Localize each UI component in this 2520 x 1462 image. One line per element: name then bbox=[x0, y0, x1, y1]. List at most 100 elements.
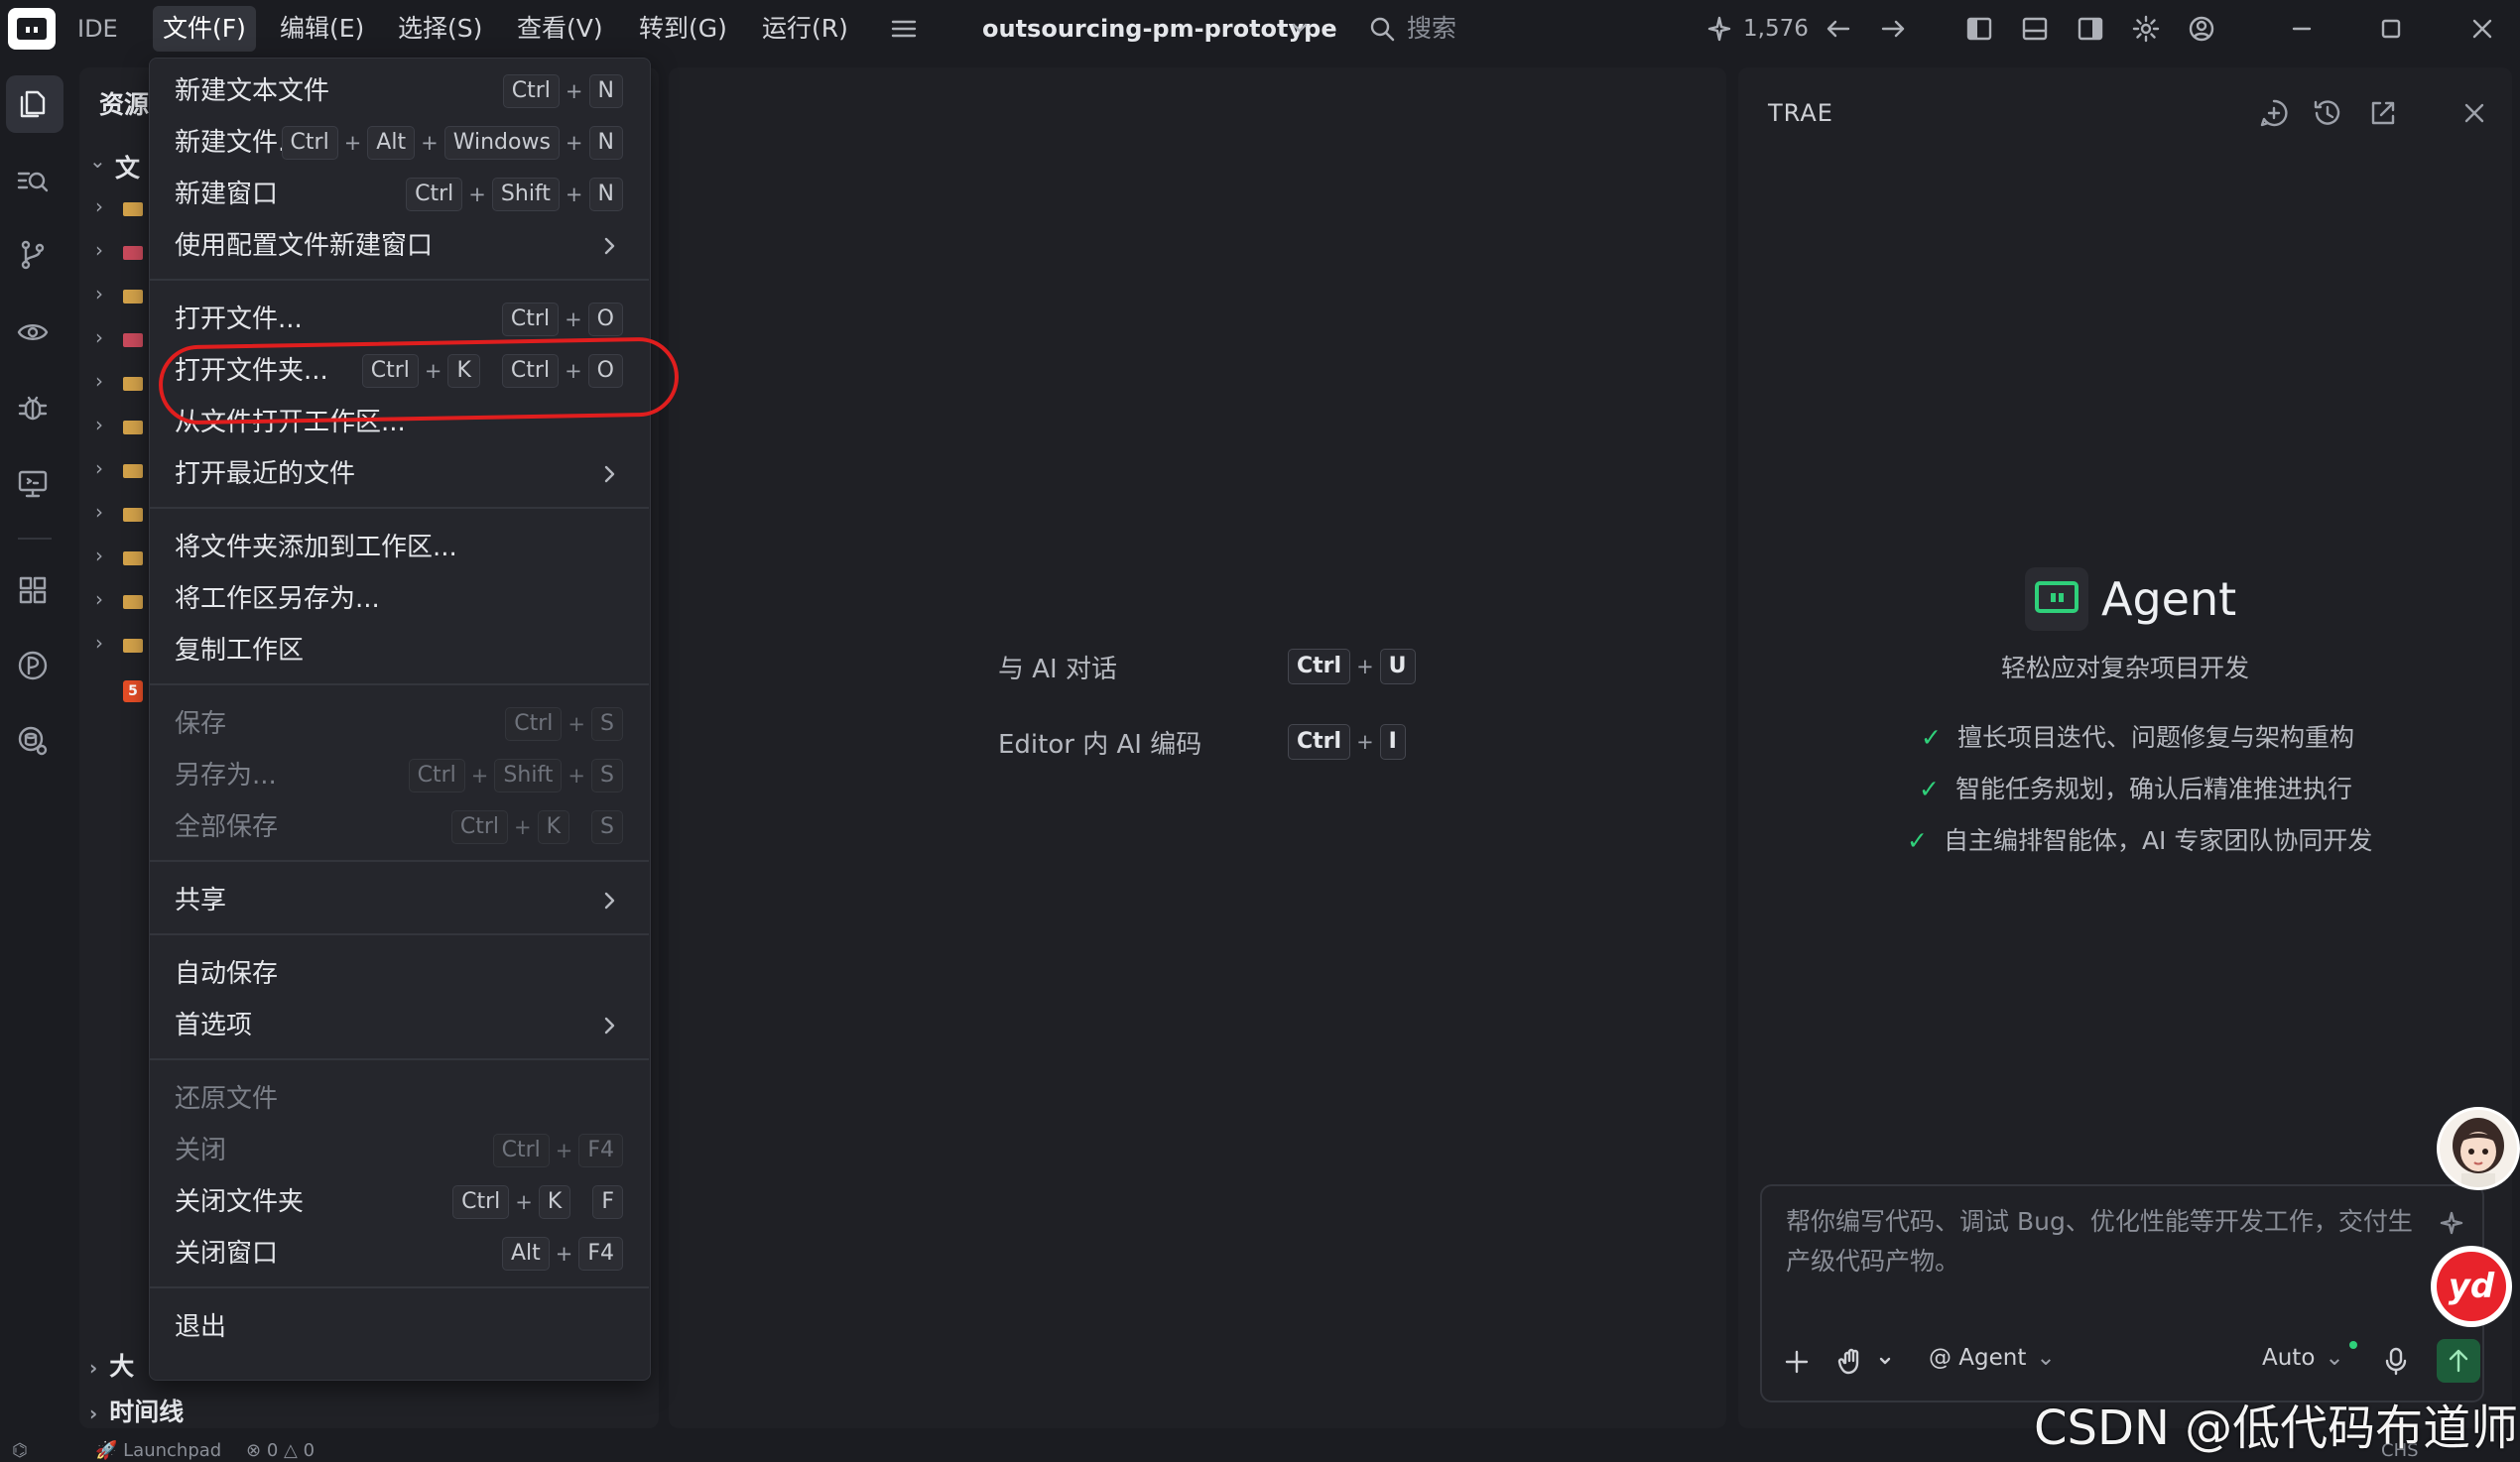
project-name[interactable]: outsourcing-pm-prototype bbox=[982, 0, 1337, 58]
key-cap: Shift bbox=[494, 759, 563, 792]
toggle-bottom-panel-icon[interactable] bbox=[2020, 14, 2050, 44]
toggle-left-panel-icon[interactable] bbox=[1964, 14, 1994, 44]
key-cap: Ctrl bbox=[492, 1134, 550, 1167]
status-dot bbox=[2349, 1341, 2357, 1349]
menu-item[interactable]: 使用配置文件新建窗口 bbox=[149, 220, 649, 272]
check-icon: ✓ bbox=[1919, 775, 1940, 803]
debug-bug-icon[interactable] bbox=[16, 391, 50, 425]
chevron-down-icon[interactable] bbox=[1288, 16, 1312, 40]
key-cap: Shift bbox=[491, 178, 560, 211]
menu-item-label: 退出 bbox=[175, 1312, 227, 1342]
problems-count[interactable]: ⊗ 0 △ 0 bbox=[246, 1440, 315, 1461]
open-external-icon[interactable] bbox=[2367, 97, 2399, 129]
chevron-right-icon bbox=[597, 889, 621, 913]
menu-item[interactable]: 新建文本文件 Ctrl + N bbox=[149, 65, 649, 117]
close-panel-icon[interactable] bbox=[2458, 97, 2490, 129]
chevron-down-icon[interactable]: ⌄ bbox=[89, 149, 106, 173]
search-icon[interactable] bbox=[1367, 14, 1397, 44]
search-input[interactable]: 搜索 bbox=[1407, 0, 1456, 58]
chat-input[interactable]: 帮你编写代码、调试 Bug、优化性能等开发工作，交付生产级代码产物。 bbox=[1786, 1202, 2421, 1281]
new-chat-icon[interactable] bbox=[2258, 97, 2290, 129]
menu-item[interactable]: 新建窗口 Ctrl + Shift + N bbox=[149, 169, 649, 220]
microphone-icon[interactable] bbox=[2381, 1345, 2411, 1377]
send-button[interactable] bbox=[2437, 1339, 2480, 1383]
menu-item[interactable]: 复制工作区 bbox=[149, 625, 649, 676]
hand-tool-icon[interactable] bbox=[1837, 1345, 1897, 1377]
menu-file[interactable]: 文件(F) bbox=[153, 6, 256, 52]
back-arrow-icon[interactable] bbox=[1824, 14, 1853, 44]
preview-eye-icon[interactable] bbox=[16, 315, 50, 349]
menu-item[interactable]: 关闭文件夹 Ctrl + K F bbox=[149, 1176, 649, 1228]
menu-item: 另存为... Ctrl + Shift + S bbox=[149, 750, 649, 801]
youdao-badge-icon[interactable]: yd bbox=[2431, 1246, 2512, 1327]
chevron-right-icon bbox=[597, 462, 621, 486]
watermark: CSDN @低代码布道师 bbox=[2034, 1401, 2519, 1456]
menu-item[interactable]: 打开文件... Ctrl + O bbox=[149, 294, 649, 345]
enhance-prompt-icon[interactable] bbox=[2437, 1208, 2466, 1238]
menu-item-label: 将文件夹添加到工作区... bbox=[175, 533, 457, 562]
history-icon[interactable] bbox=[2312, 97, 2343, 129]
assistant-avatar[interactable] bbox=[2437, 1107, 2520, 1190]
menu-item[interactable]: 退出 bbox=[149, 1301, 649, 1353]
outline-section-header[interactable]: › 大 bbox=[89, 1347, 134, 1383]
menu-item[interactable]: 关闭窗口 Alt + F4 bbox=[149, 1228, 649, 1279]
more-menu-icon[interactable] bbox=[889, 14, 919, 44]
menu-separator bbox=[149, 507, 649, 509]
menu-run[interactable]: 运行(R) bbox=[752, 6, 858, 52]
workspace-root[interactable]: 文 bbox=[115, 149, 140, 184]
menu-view[interactable]: 查看(V) bbox=[507, 6, 613, 52]
toggle-right-panel-icon[interactable] bbox=[2076, 14, 2105, 44]
ide-mode-label[interactable]: IDE bbox=[77, 0, 118, 58]
key-cap: N bbox=[588, 126, 623, 160]
launchpad-item[interactable]: 🚀 Launchpad bbox=[95, 1440, 221, 1461]
forward-arrow-icon[interactable] bbox=[1878, 14, 1908, 44]
maximize-icon[interactable] bbox=[2376, 14, 2406, 44]
timeline-section-header[interactable]: › 时间线 bbox=[89, 1393, 184, 1428]
key-cap: F4 bbox=[578, 1134, 623, 1167]
minimize-icon[interactable] bbox=[2287, 14, 2317, 44]
settings-gear-icon[interactable] bbox=[2131, 14, 2161, 44]
account-icon[interactable] bbox=[2187, 14, 2216, 44]
deploy-icon[interactable] bbox=[16, 649, 50, 682]
search-files-icon[interactable] bbox=[16, 165, 50, 198]
menu-item-shortcut: Ctrl + O bbox=[501, 303, 623, 336]
key-cap: Alt bbox=[501, 1237, 550, 1271]
model-selector[interactable]: Auto ⌄ bbox=[2262, 1345, 2344, 1371]
menu-item[interactable]: 打开最近的文件 bbox=[149, 448, 649, 500]
close-window-icon[interactable] bbox=[2467, 14, 2497, 44]
source-control-icon[interactable] bbox=[16, 238, 50, 272]
menu-item-label: 新建文本文件 bbox=[175, 76, 330, 106]
remote-monitor-icon[interactable] bbox=[16, 466, 50, 500]
menu-edit[interactable]: 编辑(E) bbox=[270, 6, 374, 52]
trae-logo-icon[interactable] bbox=[8, 8, 56, 50]
menu-item-shortcut: Ctrl + S bbox=[505, 707, 623, 741]
key-cap: S bbox=[591, 759, 623, 792]
extensions-grid-icon[interactable] bbox=[16, 573, 50, 607]
panel-header-title: TRAE bbox=[1768, 99, 1833, 127]
key-cap: Ctrl bbox=[452, 1185, 510, 1219]
key-cap: Windows bbox=[443, 126, 560, 160]
menu-item-label: 使用配置文件新建窗口 bbox=[175, 231, 434, 261]
feature-item: ✓ 自主编排智能体，AI 专家团队协同开发 bbox=[1907, 826, 2373, 855]
agent-mode-selector[interactable]: @ Agent ⌄ bbox=[1929, 1345, 2056, 1371]
menu-item-shortcut: Ctrl + K F bbox=[452, 1185, 623, 1219]
menu-item[interactable]: 将工作区另存为... bbox=[149, 573, 649, 625]
menu-item[interactable]: 新建文件... Ctrl + Alt + Windows + N bbox=[149, 117, 649, 169]
database-icon[interactable] bbox=[16, 724, 50, 758]
menu-item[interactable]: 共享 bbox=[149, 875, 649, 926]
menu-item[interactable]: 首选项 bbox=[149, 1000, 649, 1051]
explorer-icon[interactable] bbox=[16, 87, 50, 121]
credits-count: 1,576 bbox=[1743, 16, 1809, 42]
remote-status-icon[interactable]: ⌬ bbox=[12, 1440, 28, 1461]
add-context-icon[interactable] bbox=[1782, 1347, 1812, 1377]
key-cap: Ctrl bbox=[505, 707, 563, 741]
key-cap: K bbox=[538, 1185, 571, 1219]
inline-ai-hint-shortcut: Ctrl + I bbox=[1288, 724, 1406, 760]
key-cap: S bbox=[591, 810, 623, 844]
menu-go[interactable]: 转到(G) bbox=[629, 6, 737, 52]
menu-item[interactable]: 将文件夹添加到工作区... bbox=[149, 522, 649, 573]
menu-item[interactable]: 自动保存 bbox=[149, 948, 649, 1000]
menu-separator bbox=[149, 1286, 649, 1288]
menu-item-shortcut: Ctrl + Shift + S bbox=[408, 759, 623, 792]
menu-selection[interactable]: 选择(S) bbox=[388, 6, 492, 52]
